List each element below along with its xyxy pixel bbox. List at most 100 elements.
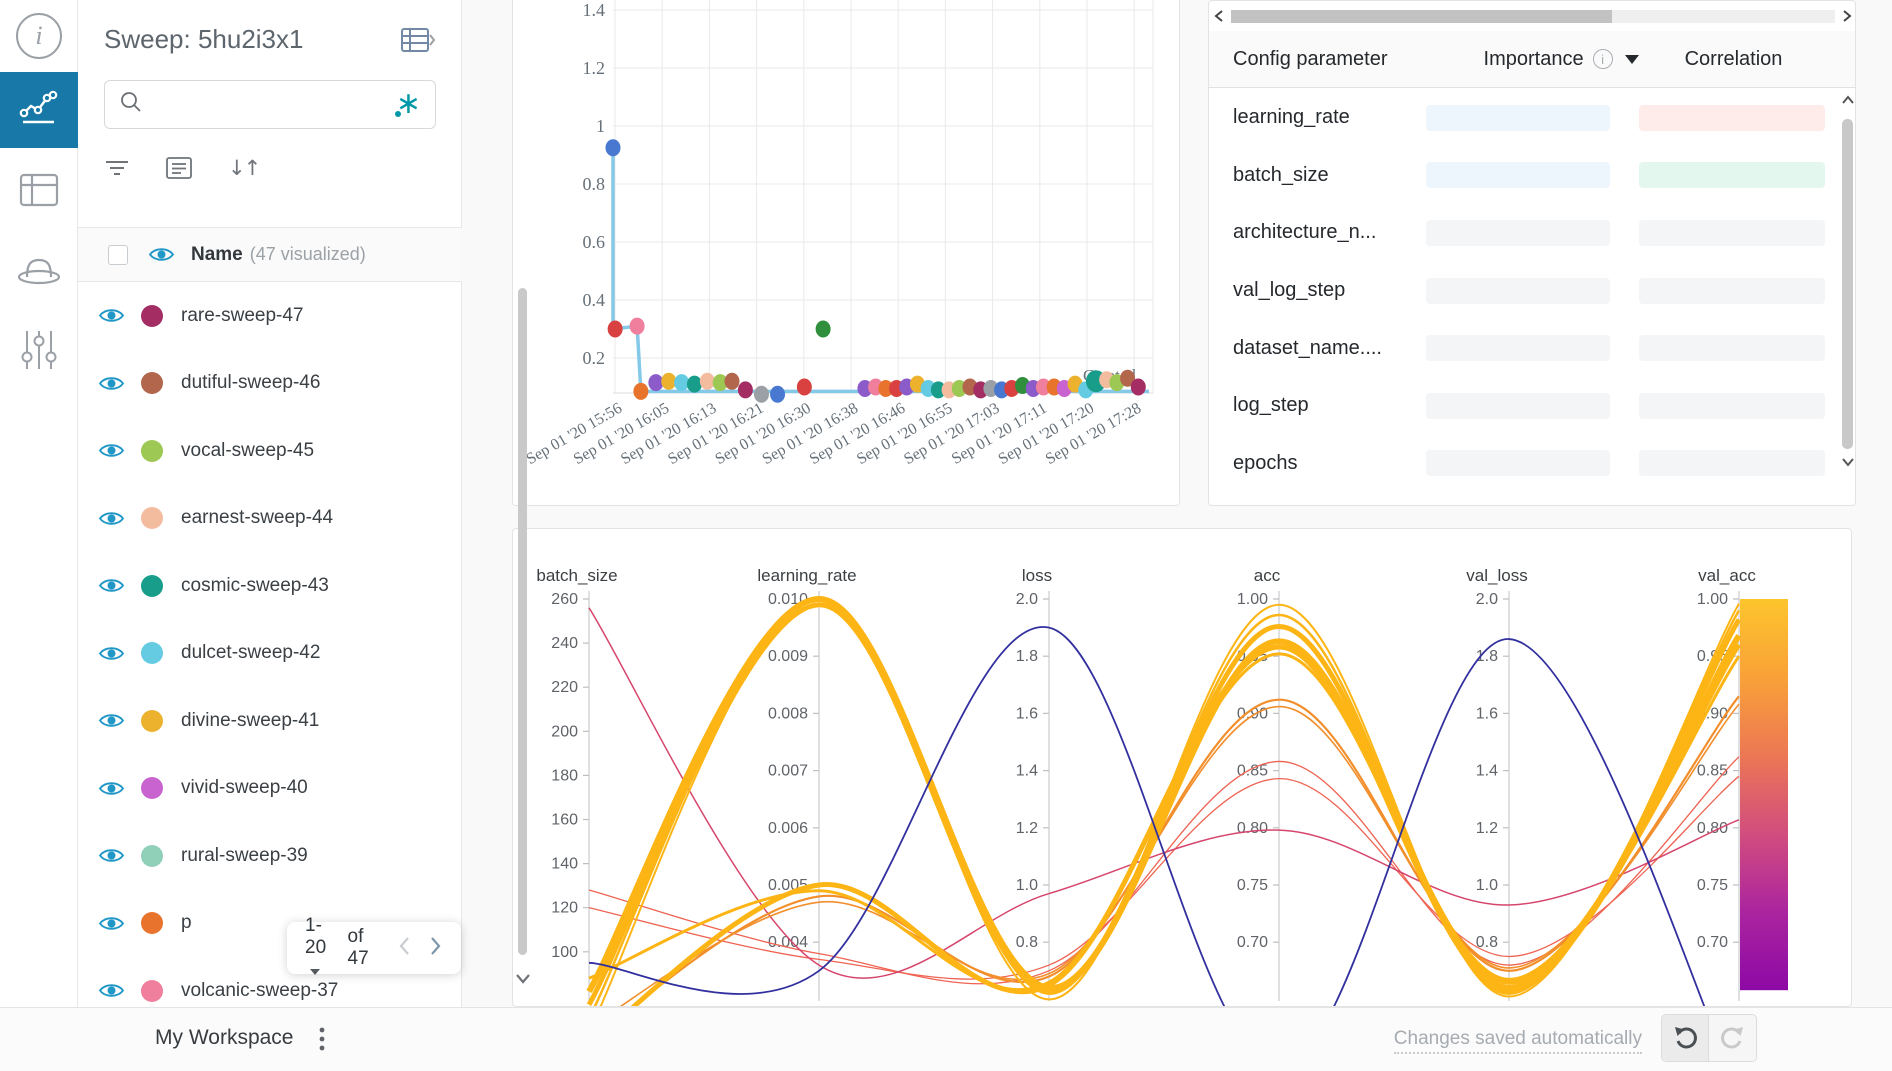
run-name[interactable]: vivid-sweep-40	[181, 777, 308, 799]
run-curve[interactable]	[589, 608, 1739, 978]
run-row[interactable]: dutiful-sweep-46	[78, 350, 462, 418]
toggle-run-visibility-button[interactable]	[98, 441, 125, 460]
run-point[interactable]	[606, 139, 621, 156]
redo-button[interactable]	[1709, 1015, 1756, 1061]
toggle-run-visibility-button[interactable]	[98, 914, 125, 933]
run-row[interactable]: rural-sweep-39	[78, 822, 462, 890]
run-point[interactable]	[738, 381, 753, 398]
importance-row[interactable]: architecture_n...	[1209, 204, 1839, 262]
created-chart-panel[interactable]: 1.41.210.80.60.40.2Sep 01 '20 15:56Sep 0…	[512, 0, 1180, 506]
correlation-column-label[interactable]: Correlation	[1685, 48, 1783, 71]
run-name[interactable]: earnest-sweep-44	[181, 507, 333, 529]
run-name[interactable]: dulcet-sweep-42	[181, 642, 320, 664]
created-scatter-chart: 1.41.210.80.60.40.2Sep 01 '20 15:56Sep 0…	[513, 0, 1179, 505]
sort-button[interactable]: ↓↑	[228, 156, 259, 180]
info-icon[interactable]: i	[1593, 49, 1613, 69]
sort-desc-icon[interactable]	[1625, 55, 1639, 64]
run-name[interactable]: dutiful-sweep-46	[181, 372, 320, 394]
toggle-run-visibility-button[interactable]	[98, 711, 125, 730]
search-input[interactable]	[153, 95, 391, 115]
run-point[interactable]	[700, 373, 715, 390]
filter-button[interactable]	[104, 158, 130, 178]
scroll-up-icon[interactable]	[1841, 95, 1855, 105]
sidebar-item-table[interactable]	[0, 166, 78, 218]
run-curve[interactable]	[589, 599, 1739, 991]
run-color-dot	[141, 440, 163, 462]
scroll-down-icon[interactable]	[514, 972, 532, 990]
correlation-bar	[1639, 162, 1825, 188]
importance-row[interactable]: learning_rate	[1209, 89, 1839, 147]
pagination-control: 1-20 of 47	[287, 922, 461, 974]
run-point[interactable]	[687, 376, 702, 393]
sidebar-item-sweep[interactable]	[0, 244, 78, 300]
run-point[interactable]	[770, 386, 785, 403]
axis-tick-label: 1.6	[1016, 705, 1038, 722]
next-page-button[interactable]	[429, 936, 443, 961]
run-point[interactable]	[724, 373, 739, 390]
toggle-run-visibility-button[interactable]	[98, 981, 125, 1000]
undo-button[interactable]	[1662, 1015, 1709, 1061]
workspace-title[interactable]: My Workspace	[155, 1026, 293, 1050]
toggle-run-visibility-button[interactable]	[98, 374, 125, 393]
select-all-checkbox[interactable]	[108, 245, 128, 265]
workspace-menu-button[interactable]	[318, 1026, 326, 1059]
run-row[interactable]: rare-sweep-47	[78, 282, 462, 350]
run-name[interactable]: volcanic-sweep-37	[181, 980, 338, 1002]
run-point[interactable]	[674, 374, 689, 391]
run-row[interactable]: vivid-sweep-40	[78, 755, 462, 823]
scroll-left-icon[interactable]	[1213, 9, 1225, 23]
run-point[interactable]	[630, 318, 645, 335]
sidebar-item-panels[interactable]	[0, 72, 78, 148]
hscroll-thumb[interactable]	[1231, 10, 1612, 23]
run-point[interactable]	[754, 386, 769, 403]
axis-title: loss	[1022, 566, 1052, 585]
run-point[interactable]	[648, 374, 663, 391]
toggle-run-visibility-button[interactable]	[98, 779, 125, 798]
regex-toggle-button[interactable]: ∗	[391, 88, 421, 122]
run-name[interactable]: divine-sweep-41	[181, 710, 319, 732]
run-row[interactable]: vocal-sweep-45	[78, 417, 462, 485]
run-row[interactable]: dulcet-sweep-42	[78, 620, 462, 688]
run-name[interactable]: cosmic-sweep-43	[181, 575, 329, 597]
correlation-bar	[1639, 105, 1825, 131]
run-point[interactable]	[797, 379, 812, 396]
run-point[interactable]	[633, 383, 648, 400]
toggle-run-visibility-button[interactable]	[98, 306, 125, 325]
open-runs-table-button[interactable]	[401, 26, 435, 61]
importance-row[interactable]: log_step	[1209, 377, 1839, 435]
scroll-down-icon[interactable]	[1841, 457, 1855, 467]
run-name[interactable]: rare-sweep-47	[181, 305, 304, 327]
page-size-dropdown[interactable]: 1-20	[305, 915, 340, 981]
importance-row[interactable]: val_log_step	[1209, 262, 1839, 320]
run-row[interactable]: divine-sweep-41	[78, 687, 462, 755]
importance-row[interactable]: dataset_name....	[1209, 319, 1839, 377]
run-name[interactable]: p	[181, 912, 192, 934]
run-name[interactable]: vocal-sweep-45	[181, 440, 314, 462]
sidebar-item-controls[interactable]	[0, 324, 78, 380]
parallel-coordinates-panel[interactable]: batch_size260240220200180160140120100lea…	[512, 528, 1852, 1007]
scroll-right-icon[interactable]	[1841, 9, 1853, 23]
importance-column-label[interactable]: Importance	[1484, 48, 1584, 71]
toggle-run-visibility-button[interactable]	[98, 576, 125, 595]
toggle-all-visibility-button[interactable]	[148, 245, 175, 264]
run-point[interactable]	[816, 321, 831, 338]
importance-row[interactable]: epochs	[1209, 435, 1839, 493]
run-row[interactable]: earnest-sweep-44	[78, 485, 462, 553]
prev-page-button[interactable]	[397, 936, 411, 961]
run-point[interactable]	[661, 373, 676, 390]
display-options-button[interactable]	[166, 157, 192, 179]
run-row[interactable]: cosmic-sweep-43	[78, 552, 462, 620]
toggle-run-visibility-button[interactable]	[98, 509, 125, 528]
run-point[interactable]	[1131, 379, 1146, 396]
importance-row[interactable]: batch_size	[1209, 147, 1839, 205]
y-tick-label: 0.8	[583, 174, 606, 194]
axis-title: val_acc	[1698, 566, 1756, 585]
run-list-scrollbar[interactable]	[518, 288, 527, 955]
vscroll-thumb[interactable]	[1842, 119, 1853, 449]
sidebar-item-info[interactable]: i	[0, 8, 78, 64]
run-point[interactable]	[608, 321, 623, 338]
toggle-run-visibility-button[interactable]	[98, 846, 125, 865]
toggle-run-visibility-button[interactable]	[98, 644, 125, 663]
axis-tick-label: 1.2	[1476, 820, 1498, 837]
run-name[interactable]: rural-sweep-39	[181, 845, 308, 867]
